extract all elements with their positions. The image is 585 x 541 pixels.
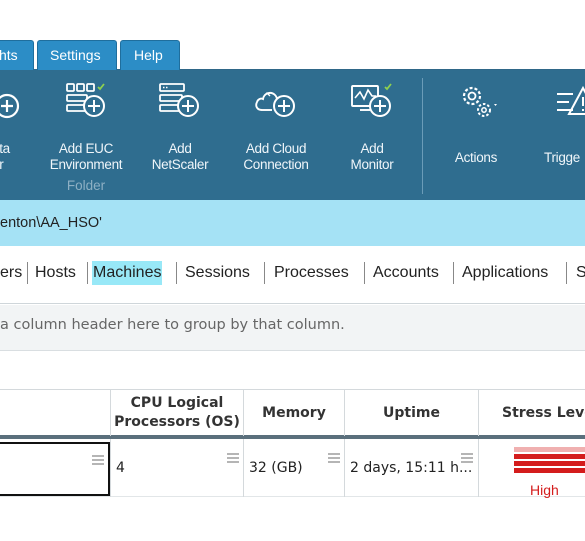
memory-value: 32 (GB) <box>249 460 303 476</box>
netscaler-icon <box>159 83 199 117</box>
add-netscaler-button[interactable]: Add NetScaler <box>140 70 220 200</box>
nav-item-hosts[interactable]: Hosts <box>35 261 76 285</box>
cpu-value: 4 <box>116 460 125 476</box>
nav-divider <box>27 262 28 284</box>
view-nav: ers Hosts Machines Sessions Processes Ac… <box>0 246 585 304</box>
ribbon-label: Environment <box>49 157 123 172</box>
trigger-icon <box>557 85 585 115</box>
euc-environment-icon <box>66 83 105 117</box>
ribbon-label: Trigge <box>544 150 580 165</box>
group-by-panel[interactable]: a column header here to group by that co… <box>0 305 585 351</box>
ribbon-separator <box>422 78 423 194</box>
ribbon-label: Add <box>168 141 192 156</box>
gears-icon <box>462 86 497 117</box>
column-filter-icon[interactable] <box>92 455 104 465</box>
title-area <box>0 0 585 38</box>
uptime-value: 2 days, 15:11 h... <box>350 460 473 476</box>
tab-insights[interactable]: hts <box>0 40 34 70</box>
column-header-label: CPU Logical <box>130 395 224 411</box>
nav-item-users[interactable]: ers <box>0 261 22 285</box>
nav-divider <box>87 262 88 284</box>
memory-cell[interactable]: 32 (GB) <box>243 439 344 497</box>
ribbon-label: ata <box>0 141 10 156</box>
stress-level-label: High <box>530 482 559 498</box>
add-cloud-connection-button[interactable]: Add Cloud Connection <box>232 70 320 200</box>
plus-circle-icon <box>0 93 20 119</box>
nav-item-applications[interactable]: Applications <box>462 261 548 285</box>
cpu-cell[interactable]: 4 <box>110 439 243 497</box>
nav-item-machines[interactable]: Machines <box>92 261 163 285</box>
actions-button[interactable]: Actions <box>440 70 512 200</box>
monitor-icon <box>351 83 392 117</box>
nav-divider <box>176 262 177 284</box>
column-header-cpu-logical-processors[interactable]: CPU Logical Processors (OS) <box>110 390 243 436</box>
tab-settings[interactable]: Settings <box>37 40 117 70</box>
nav-divider <box>364 262 365 284</box>
ribbon-label: or <box>0 157 4 172</box>
page: hts Settings Help ata or <box>0 0 585 541</box>
stress-level-indicator: High <box>514 447 585 497</box>
ribbon-label: NetScaler <box>151 157 209 172</box>
ribbon-label: Actions <box>454 150 498 165</box>
table-row[interactable]: 4 32 (GB) 2 days, 15:11 h... High <box>0 439 585 497</box>
column-header-label: Processors (OS) <box>114 414 240 430</box>
grid-header: CPU Logical Processors (OS) Memory Uptim… <box>0 389 585 439</box>
ribbon-group-label: Folder <box>66 178 106 193</box>
breadcrumb-path: enton\AA_HSO' <box>0 200 585 246</box>
ribbon-label: Connection <box>243 157 309 172</box>
column-header-stress-level[interactable]: Stress Leve <box>478 390 585 436</box>
nav-divider <box>453 262 454 284</box>
column-filter-icon[interactable] <box>328 453 340 463</box>
nav-item-more[interactable]: S <box>576 261 585 285</box>
ribbon-tabs: hts Settings Help <box>0 38 585 70</box>
ribbon-label: Add <box>360 141 384 156</box>
ribbon-label: Add Cloud <box>245 141 307 156</box>
column-header-uptime[interactable]: Uptime <box>344 390 478 436</box>
uptime-cell[interactable]: 2 days, 15:11 h... <box>344 439 478 497</box>
nav-item-processes[interactable]: Processes <box>274 261 349 285</box>
ribbon: ata or Add EUC Environment Folder <box>0 70 585 200</box>
tab-help[interactable]: Help <box>120 40 180 70</box>
column-header-name[interactable] <box>0 390 110 436</box>
stress-cell[interactable]: High <box>478 439 585 497</box>
add-data-collector-button[interactable]: ata or <box>0 70 22 200</box>
triggers-button[interactable]: Trigge <box>530 70 585 200</box>
name-cell[interactable] <box>0 442 110 496</box>
cloud-connection-icon <box>255 91 295 117</box>
nav-divider <box>264 262 265 284</box>
ribbon-label: Monitor <box>350 157 394 172</box>
ribbon-label: Add EUC <box>58 141 114 156</box>
nav-item-sessions[interactable]: Sessions <box>185 261 250 285</box>
column-filter-icon[interactable] <box>461 453 473 463</box>
column-header-memory[interactable]: Memory <box>243 390 344 436</box>
column-filter-icon[interactable] <box>227 453 239 463</box>
nav-divider <box>566 262 567 284</box>
add-monitor-button[interactable]: Add Monitor <box>332 70 412 200</box>
nav-item-accounts[interactable]: Accounts <box>373 261 439 285</box>
